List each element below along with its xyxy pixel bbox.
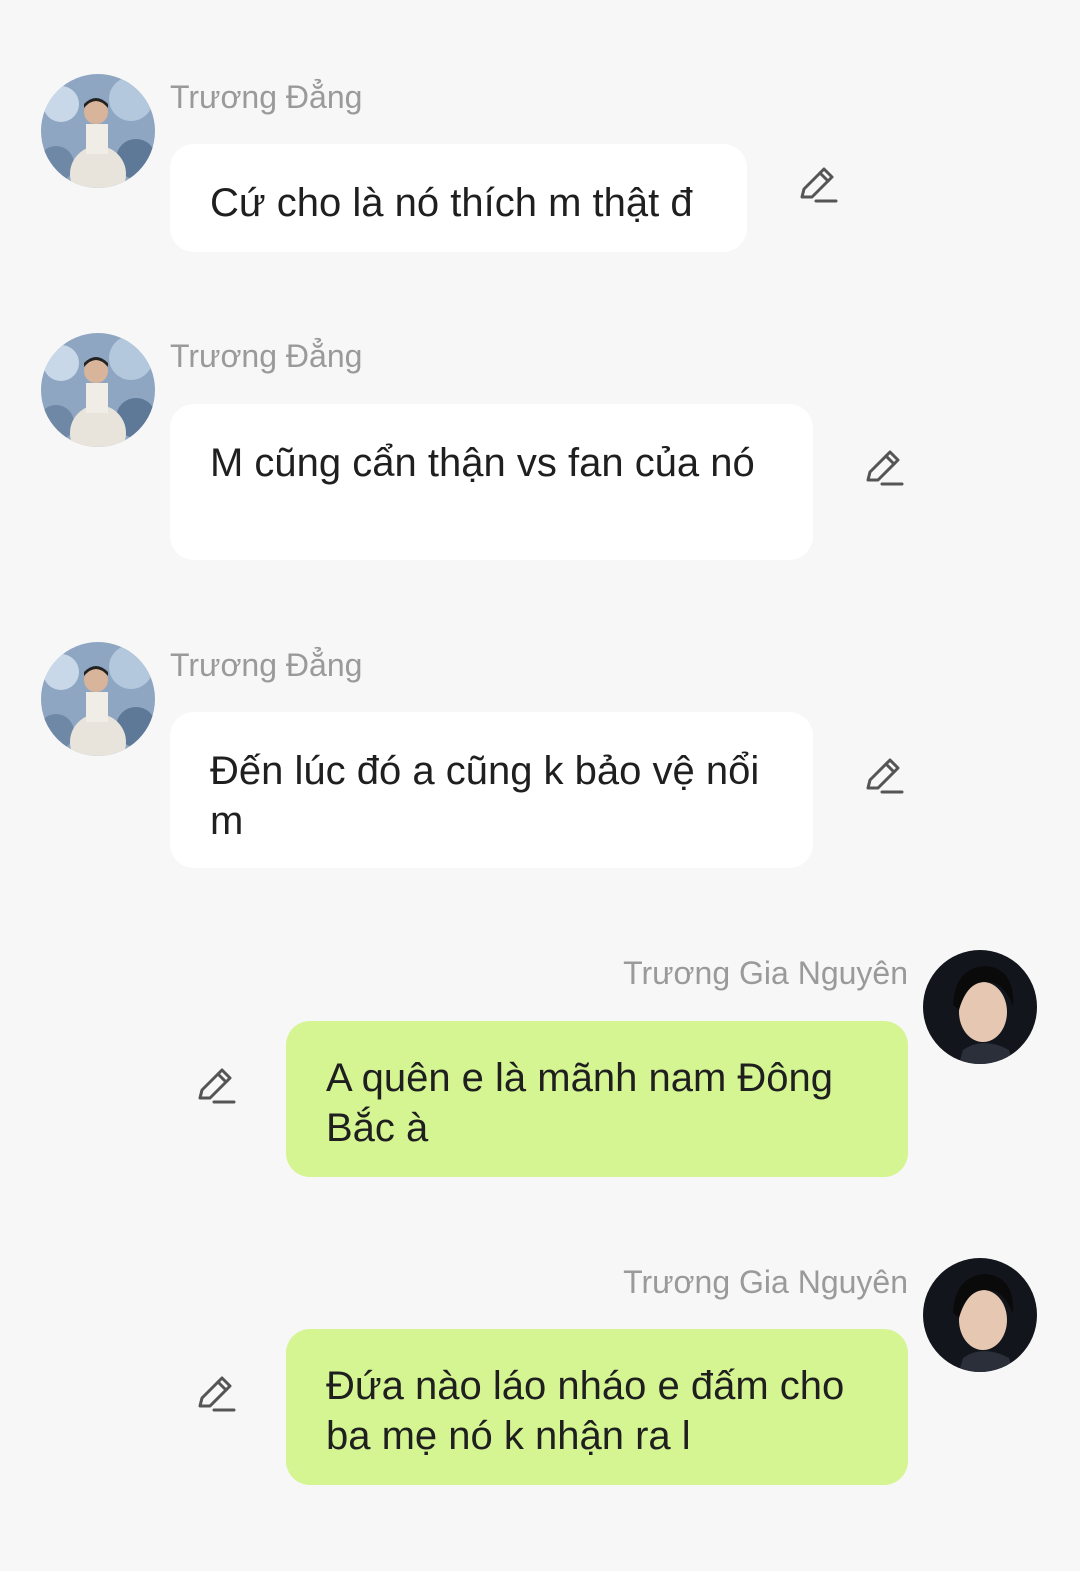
sender-name: Trương Đẳng [170, 647, 363, 683]
message-bubble[interactable]: Đến lúc đó a cũng k bảo vệ nổi m [170, 712, 813, 868]
avatar[interactable] [923, 1258, 1037, 1372]
pencil-edit-icon[interactable] [862, 754, 906, 798]
message-bubble[interactable]: Cứ cho là nó thích m thật đ [170, 144, 747, 252]
sender-name: Trương Đẳng [170, 338, 363, 374]
avatar[interactable] [41, 74, 155, 188]
pencil-edit-icon[interactable] [796, 163, 840, 207]
pencil-edit-icon[interactable] [194, 1372, 238, 1416]
sender-name: Trương Đẳng [170, 79, 363, 115]
avatar[interactable] [41, 333, 155, 447]
message-bubble[interactable]: A quên e là mãnh nam Đông Bắc à [286, 1021, 908, 1177]
avatar[interactable] [923, 950, 1037, 1064]
pencil-edit-icon[interactable] [862, 446, 906, 490]
message-bubble[interactable]: Đứa nào láo nháo e đấm cho ba mẹ nó k nh… [286, 1329, 908, 1485]
chat-thread: Trương Đẳng Cứ cho là nó thích m thật đ … [0, 0, 1080, 1571]
avatar[interactable] [41, 642, 155, 756]
sender-name: Trương Gia Nguyên [623, 1264, 908, 1300]
sender-name: Trương Gia Nguyên [623, 955, 908, 991]
pencil-edit-icon[interactable] [194, 1064, 238, 1108]
message-bubble[interactable]: M cũng cẩn thận vs fan của nó [170, 404, 813, 560]
